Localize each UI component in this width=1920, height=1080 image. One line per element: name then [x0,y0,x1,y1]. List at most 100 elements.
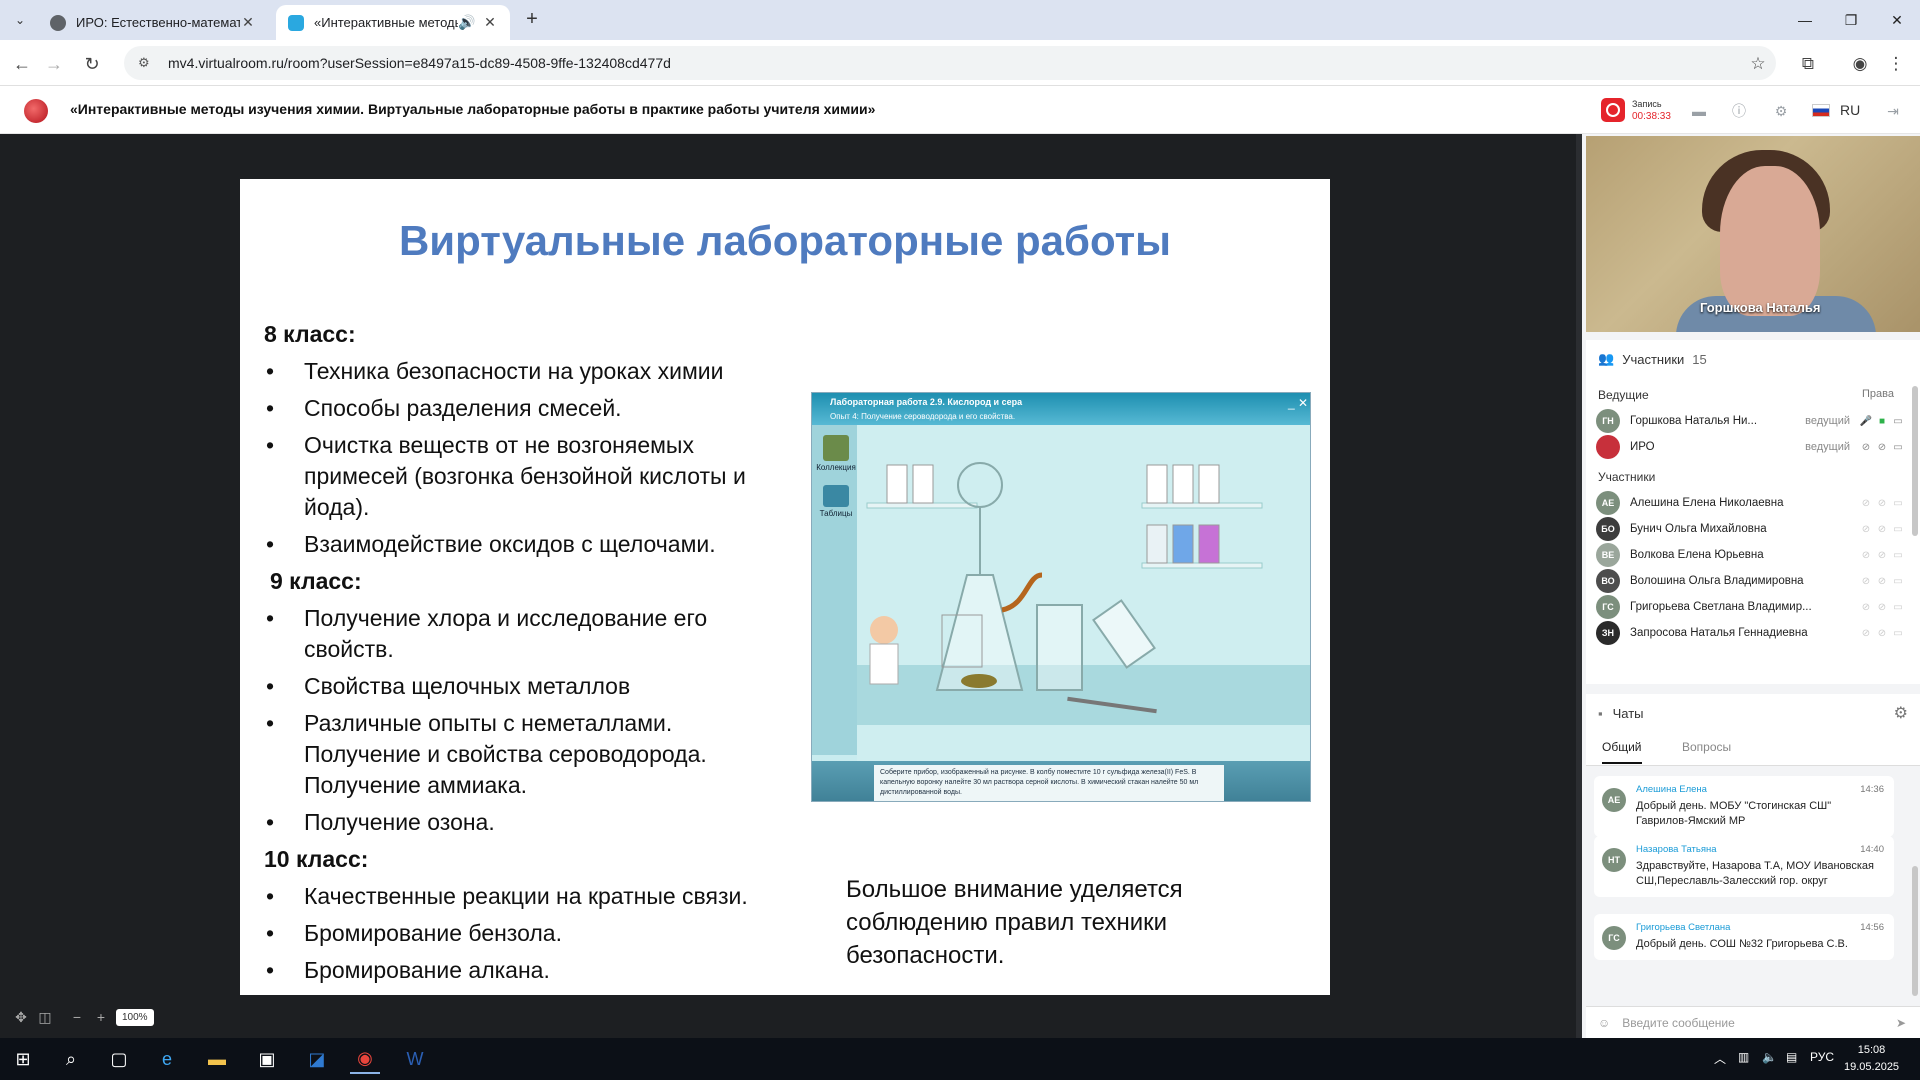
system-clock[interactable]: 15:08 19.05.2025 [1844,1042,1899,1076]
menu-icon[interactable]: ⋮ [1882,50,1910,78]
screen-share-icon[interactable]: ▭ [1890,498,1906,509]
microphone-off-icon[interactable]: ⊘ [1858,550,1874,561]
chat-messages: АЕ Алешина Елена 14:36 Добрый день. МОБУ… [1586,766,1920,1006]
microphone-off-icon[interactable]: ⊘ [1858,524,1874,535]
rights-label: Права [1862,388,1894,400]
screen-share-icon[interactable]: ▭ [1890,442,1906,453]
tables-icon [823,485,849,507]
browser-toolbar: ← → ↻ ⚙ mv4.virtualroom.ru/room?userSess… [0,40,1920,86]
camera-off-icon[interactable]: ⊘ [1874,524,1890,535]
fit-icon[interactable]: ◫ [36,1008,54,1026]
participant-row[interactable]: ГС Григорьева Светлана Владимир... ⊘ ⊘ ▭ [1596,594,1906,620]
tray-chevron-icon[interactable]: ︿ [1714,1050,1726,1067]
chrome-icon[interactable]: ◉ [350,1044,380,1074]
keyboard-language[interactable]: РУС [1810,1050,1834,1064]
camera-off-icon[interactable]: ⊘ [1874,550,1890,561]
camera-off-icon[interactable]: ⊘ [1874,576,1890,587]
message-author[interactable]: Назарова Татьяна [1636,844,1884,855]
chat-scrollbar[interactable] [1912,866,1918,996]
outlook-icon[interactable]: ◪ [302,1044,332,1074]
close-window-button[interactable]: ✕ [1874,0,1920,40]
emoji-icon[interactable]: ☺ [1598,1016,1610,1030]
message-author[interactable]: Григорьева Светлана [1636,922,1884,933]
exit-icon[interactable]: ⇥ [1882,100,1904,122]
record-button[interactable] [1601,98,1625,122]
move-icon[interactable]: ✥ [12,1008,30,1026]
message-author[interactable]: Алешина Елена [1636,784,1884,795]
tab-virtualroom[interactable]: «Интерактивные методы и... 🔊 ✕ [276,5,510,40]
screen-share-icon[interactable]: ▭ [1890,550,1906,561]
participant-row[interactable]: АЕ Алешина Елена Николаевна ⊘ ⊘ ▭ [1596,490,1906,516]
screen-share-icon[interactable]: ▭ [1890,524,1906,535]
microphone-off-icon[interactable]: ⊘ [1858,442,1874,453]
virtual-lab-screenshot: Лабораторная работа 2.9. Кислород и сера… [811,392,1311,802]
file-explorer-icon[interactable]: ▬ [202,1044,232,1074]
language-selector[interactable]: RU [1840,102,1860,118]
windows-start-icon[interactable]: ⊞ [8,1044,38,1074]
camera-icon[interactable]: ■ [1874,416,1890,427]
message-input[interactable]: ☺ Введите сообщение ➤ [1586,1006,1920,1038]
new-tab-button[interactable]: + [520,8,544,32]
bookmark-star-icon[interactable]: ☆ [1744,50,1772,78]
store-icon[interactable]: ▣ [252,1044,282,1074]
restore-button[interactable]: ❐ [1828,0,1874,40]
settings-icon[interactable]: ⚙ [1770,100,1792,122]
participants-icon: 👥 [1598,351,1615,366]
screen-share-icon[interactable]: ▭ [1890,602,1906,613]
reload-button[interactable]: ↻ [78,50,106,78]
tab-list-button[interactable]: ⌄ [8,8,32,32]
clock-time: 15:08 [1857,1044,1886,1056]
zoom-in-button[interactable]: + [92,1008,110,1026]
speaker-video[interactable]: Горшкова Наталья [1586,136,1920,332]
russian-flag-icon[interactable] [1812,104,1830,117]
tab-general[interactable]: Общий [1602,740,1642,764]
profile-icon[interactable]: ◉ [1846,50,1874,78]
speaker-icon[interactable]: 🔊 [458,14,475,31]
task-view-icon[interactable]: ▢ [104,1044,134,1074]
close-tab-icon[interactable]: ✕ [482,14,498,31]
camera-off-icon[interactable]: ⊘ [1874,442,1890,453]
camera-off-icon[interactable]: ⊘ [1874,498,1890,509]
tab-questions[interactable]: Вопросы [1682,740,1731,754]
microphone-off-icon[interactable]: ⊘ [1858,628,1874,639]
camera-off-icon[interactable]: ⊘ [1874,628,1890,639]
forward-button[interactable]: → [40,50,68,78]
participant-row[interactable]: ВО Волошина Ольга Владимировна ⊘ ⊘ ▭ [1596,568,1906,594]
address-bar[interactable]: ⚙ mv4.virtualroom.ru/room?userSession=e8… [124,46,1776,80]
word-icon[interactable]: W [400,1044,430,1074]
close-tab-icon[interactable]: ✕ [240,14,256,31]
volume-icon[interactable]: 🔈 [1762,1050,1777,1064]
send-icon[interactable]: ➤ [1896,1016,1906,1030]
microphone-off-icon[interactable]: ⊘ [1858,498,1874,509]
participants-header[interactable]: 👥 Участники 15 [1586,340,1920,378]
microphone-icon[interactable]: 🎤 [1858,416,1874,427]
participant-row[interactable]: ЗН Запросова Наталья Геннадиевна ⊘ ⊘ ▭ [1596,620,1906,646]
camera-off-icon[interactable]: ⊘ [1874,602,1890,613]
site-info-icon[interactable]: ⚙ [138,55,156,71]
info-icon[interactable]: ⓘ [1728,100,1750,122]
back-button[interactable]: ← [8,50,36,78]
edge-icon[interactable]: e [152,1044,182,1074]
zoom-out-button[interactable]: − [68,1008,86,1026]
avatar: АЕ [1602,788,1626,812]
windows-taskbar: ⊞ ⌕ ▢ e ▬ ▣ ◪ ◉ W ︿ ▥ 🔈 ▤ РУС 15:08 19.0… [0,1038,1920,1080]
participants-scrollbar[interactable] [1912,386,1918,536]
microphone-off-icon[interactable]: ⊘ [1858,602,1874,613]
extensions-icon[interactable]: ⧉ [1794,50,1822,78]
microphone-off-icon[interactable]: ⊘ [1858,576,1874,587]
participant-row[interactable]: БО Бунич Ольга Михайловна ⊘ ⊘ ▭ [1596,516,1906,542]
chat-settings-icon[interactable]: ⚙ [1894,703,1908,723]
slide-bullet-list: 8 класс: Техника безопасности на уроках … [264,319,804,992]
tab-iro[interactable]: ИРО: Естественно-математич... ✕ [38,5,268,40]
screen-share-icon[interactable]: ▭ [1890,576,1906,587]
folder-icon[interactable]: ▬ [1688,100,1710,122]
screen-share-icon[interactable]: ▭ [1890,628,1906,639]
notifications-icon[interactable]: ▤ [1786,1050,1797,1064]
search-icon[interactable]: ⌕ [56,1044,86,1074]
participant-row[interactable]: ГН Горшкова Наталья Ни... ведущий 🎤 ■ ▭ [1596,408,1906,434]
minimize-button[interactable]: — [1782,0,1828,40]
network-icon[interactable]: ▥ [1738,1050,1749,1064]
screen-share-icon[interactable]: ▭ [1890,416,1906,427]
participant-row[interactable]: ВЕ Волкова Елена Юрьевна ⊘ ⊘ ▭ [1596,542,1906,568]
participant-row[interactable]: ИРО ведущий ⊘ ⊘ ▭ [1596,434,1906,460]
